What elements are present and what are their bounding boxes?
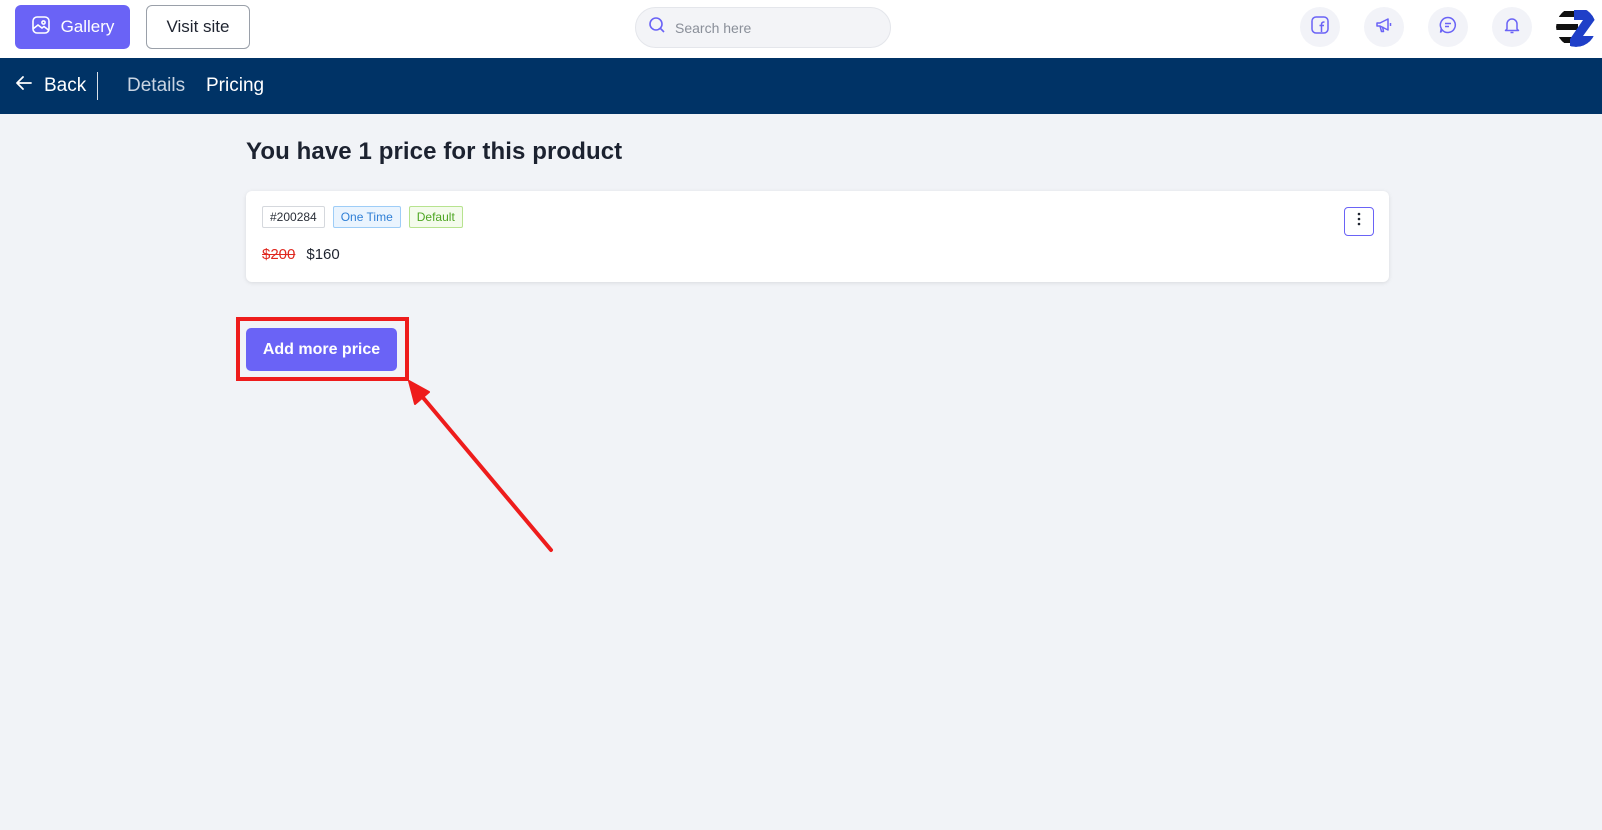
tab-details[interactable]: Details bbox=[127, 58, 185, 114]
gallery-label: Gallery bbox=[60, 17, 115, 36]
page-title: You have 1 price for this product bbox=[246, 138, 623, 165]
bell-icon bbox=[1502, 15, 1522, 40]
notifications-button[interactable] bbox=[1492, 7, 1532, 47]
price-tags: #200284 One Time Default bbox=[262, 206, 463, 228]
price-options-button[interactable] bbox=[1344, 207, 1374, 236]
brand-logo-icon bbox=[1556, 7, 1596, 47]
more-vertical-icon bbox=[1357, 212, 1361, 231]
back-button[interactable]: Back bbox=[14, 58, 86, 114]
visit-site-label: Visit site bbox=[166, 17, 230, 36]
messages-button[interactable] bbox=[1428, 7, 1468, 47]
back-label: Back bbox=[44, 75, 87, 96]
annotation-arrow bbox=[408, 380, 553, 552]
facebook-icon bbox=[1310, 15, 1330, 40]
price-values: $200 $160 bbox=[262, 246, 340, 263]
add-more-price-button[interactable]: Add more price bbox=[246, 328, 397, 371]
price-card: #200284 One Time Default $200 $160 bbox=[246, 191, 1389, 282]
gallery-button[interactable]: Gallery bbox=[15, 5, 130, 49]
search-input[interactable] bbox=[675, 19, 875, 36]
avatar[interactable] bbox=[1556, 7, 1596, 47]
visit-site-button[interactable]: Visit site bbox=[146, 5, 250, 49]
price-id-badge: #200284 bbox=[262, 206, 325, 228]
search-icon bbox=[648, 16, 666, 39]
search-box bbox=[635, 7, 891, 48]
price-type-badge: One Time bbox=[332, 206, 401, 228]
nav-divider bbox=[97, 72, 98, 100]
add-more-price-label: Add more price bbox=[262, 340, 381, 358]
arrow-left-icon bbox=[14, 73, 34, 99]
sale-price: $160 bbox=[306, 246, 340, 263]
chat-icon bbox=[1438, 15, 1458, 40]
top-bar: Gallery Visit site bbox=[0, 0, 1602, 58]
megaphone-icon bbox=[1374, 15, 1394, 40]
gallery-icon bbox=[31, 15, 51, 40]
default-badge: Default bbox=[408, 206, 463, 228]
tab-pricing[interactable]: Pricing bbox=[206, 58, 264, 114]
original-price: $200 bbox=[262, 246, 296, 263]
sub-navigation: Back Details Pricing bbox=[0, 58, 1602, 114]
facebook-button[interactable] bbox=[1300, 7, 1340, 47]
announcements-button[interactable] bbox=[1364, 7, 1404, 47]
